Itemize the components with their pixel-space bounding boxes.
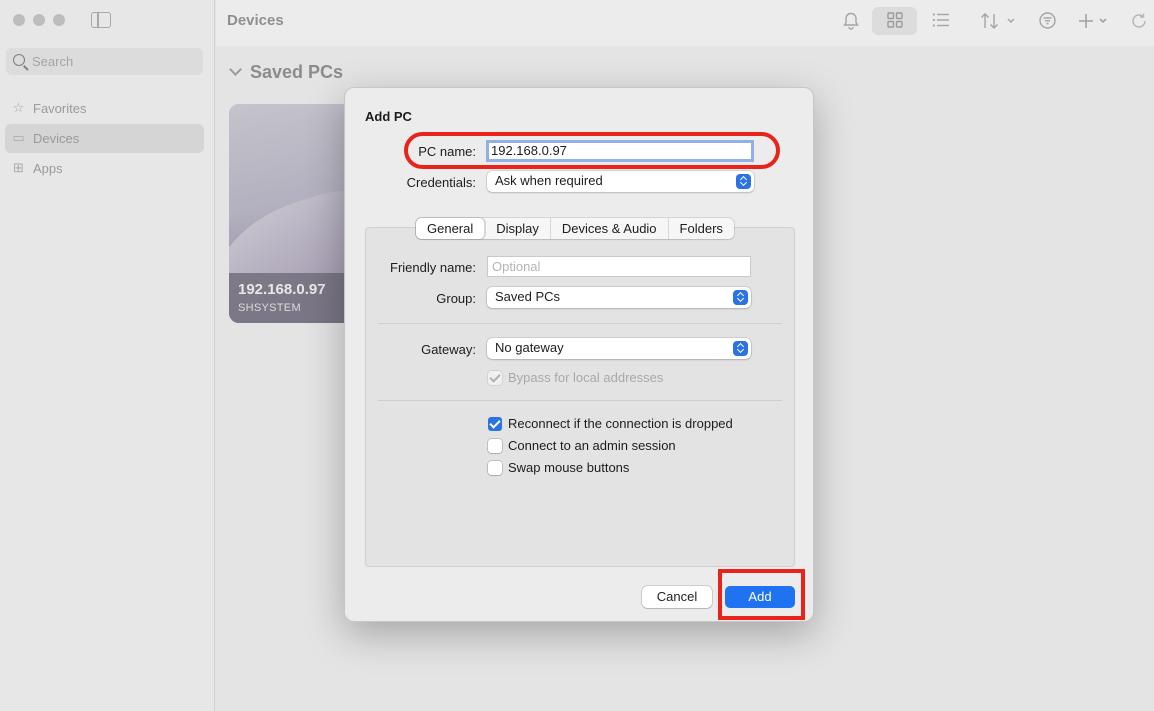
gateway-value: No gateway	[495, 340, 564, 355]
tab-display[interactable]: Display	[485, 218, 551, 239]
sidebar-item-apps[interactable]: ⊞ Apps	[5, 154, 204, 183]
filter-icon[interactable]	[1039, 12, 1056, 33]
pc-name-highlight	[404, 132, 780, 169]
sidebar-toggle-icon[interactable]	[91, 12, 111, 28]
reconnect-label: Reconnect if the connection is dropped	[508, 416, 733, 431]
friendly-name-label: Friendly name:	[390, 260, 476, 275]
sort-icon[interactable]	[980, 12, 1018, 34]
settings-tabs: General Display Devices & Audio Folders	[416, 218, 734, 239]
toolbar: Devices	[216, 0, 1154, 46]
popup-stepper-icon	[733, 290, 748, 305]
swap-mouse-checkbox[interactable]	[488, 461, 502, 475]
close-window-button[interactable]	[13, 14, 25, 26]
divider	[378, 400, 782, 401]
sidebar-item-label: Devices	[33, 131, 80, 146]
grid-view-icon	[887, 12, 903, 32]
swap-mouse-label: Swap mouse buttons	[508, 460, 630, 475]
credentials-select[interactable]: Ask when required	[487, 171, 754, 192]
admin-session-checkbox[interactable]	[488, 439, 502, 453]
search-icon	[13, 54, 25, 66]
page-title: Devices	[227, 12, 284, 29]
popup-stepper-icon	[733, 341, 748, 356]
star-icon: ☆	[12, 100, 25, 115]
reconnect-checkbox[interactable]	[488, 417, 502, 431]
apps-grid-icon: ⊞	[13, 160, 24, 175]
chevron-down-icon	[229, 63, 242, 76]
settings-tab-panel	[365, 227, 795, 567]
popup-stepper-icon	[736, 174, 751, 189]
friendly-name-field[interactable]: Optional	[487, 256, 751, 277]
pc-card-ip: 192.168.0.97	[238, 281, 326, 298]
list-view-icon[interactable]	[932, 12, 950, 32]
bypass-label: Bypass for local addresses	[508, 370, 664, 385]
friendly-name-placeholder: Optional	[492, 259, 541, 274]
sidebar-item-favorites[interactable]: ☆ Favorites	[5, 94, 204, 123]
search-placeholder: Search	[32, 54, 74, 69]
refresh-icon[interactable]	[1130, 12, 1148, 34]
credentials-label: Credentials:	[406, 175, 476, 190]
search-input[interactable]: Search	[6, 48, 203, 75]
credentials-value: Ask when required	[495, 173, 603, 188]
sidebar-item-devices[interactable]: ▭ Devices	[5, 124, 204, 153]
add-icon[interactable]	[1078, 12, 1112, 34]
bypass-checkbox	[488, 371, 502, 385]
display-icon: ▭	[12, 130, 25, 145]
group-value: Saved PCs	[495, 289, 561, 304]
bell-icon[interactable]	[843, 12, 859, 34]
minimize-window-button[interactable]	[33, 14, 45, 26]
sidebar-item-label: Apps	[33, 161, 63, 176]
gateway-select[interactable]: No gateway	[487, 338, 751, 359]
gateway-label: Gateway:	[421, 342, 476, 357]
tab-devices-audio[interactable]: Devices & Audio	[551, 218, 669, 239]
tab-folders[interactable]: Folders	[669, 218, 734, 239]
dialog-title: Add PC	[365, 109, 412, 124]
add-button-highlight	[718, 569, 805, 620]
group-select[interactable]: Saved PCs	[487, 287, 751, 308]
section-header-saved-pcs[interactable]: Saved PCs	[228, 62, 343, 83]
group-label: Group:	[436, 291, 476, 306]
zoom-window-button[interactable]	[53, 14, 65, 26]
section-title: Saved PCs	[250, 62, 344, 82]
divider	[378, 323, 782, 324]
admin-session-label: Connect to an admin session	[508, 438, 676, 453]
pc-card-user: SHSYSTEM	[238, 302, 301, 314]
sidebar-item-label: Favorites	[33, 101, 87, 116]
sidebar: Search ☆ Favorites ▭ Devices ⊞ Apps	[0, 0, 215, 711]
tab-general[interactable]: General	[416, 218, 486, 239]
cancel-button[interactable]: Cancel	[642, 586, 712, 608]
